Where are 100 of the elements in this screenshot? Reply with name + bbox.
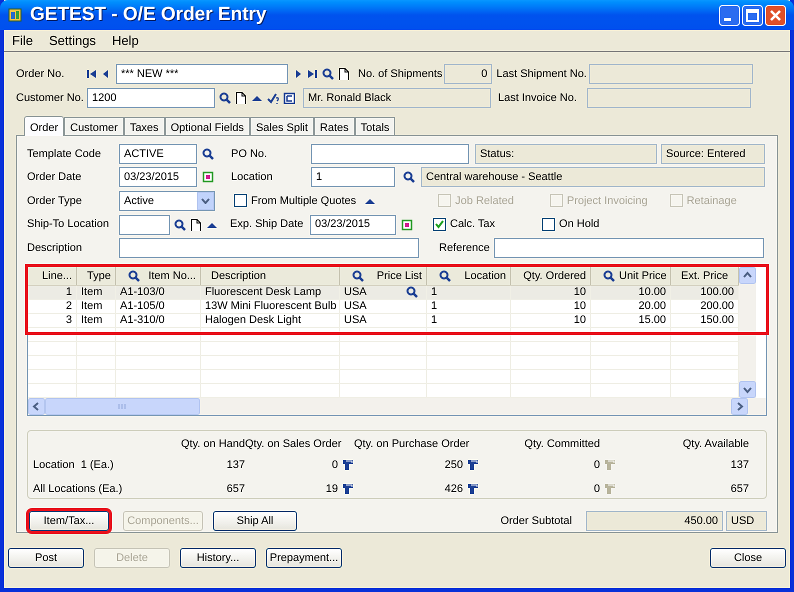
check-question-icon[interactable] — [267, 92, 279, 104]
column-header[interactable]: Description — [201, 266, 340, 285]
tab[interactable]: Sales Split — [250, 117, 314, 135]
column-header[interactable]: Location — [427, 266, 511, 285]
minimize-icon[interactable] — [719, 4, 740, 26]
bracket-box-icon[interactable] — [283, 92, 295, 104]
checkbox[interactable] — [542, 218, 556, 232]
order-date-field[interactable]: 03/23/2015 — [119, 167, 197, 188]
checkbox-label: Project Invoicing — [566, 194, 648, 209]
customer-number-field[interactable]: 1200 — [87, 88, 215, 108]
drilldown-icon[interactable] — [342, 482, 354, 495]
column-header[interactable]: Price List — [340, 266, 427, 285]
field-label: Last Invoice No. — [498, 90, 578, 106]
search-icon[interactable] — [202, 148, 214, 160]
scroll-left-icon[interactable] — [28, 398, 45, 416]
field-label: Last Shipment No. — [496, 66, 588, 82]
tab[interactable]: Totals — [354, 117, 396, 135]
search-icon[interactable] — [406, 286, 418, 298]
new-document-icon[interactable] — [338, 68, 350, 80]
tab[interactable]: Rates — [314, 117, 355, 135]
scroll-down-icon[interactable] — [739, 381, 756, 398]
tab[interactable]: Customer — [64, 117, 124, 135]
reference-field[interactable] — [494, 238, 764, 258]
table-cell: USA — [340, 300, 427, 313]
detail-button[interactable]: Item/Tax... — [29, 511, 109, 532]
table-cell: 15.00 — [591, 314, 671, 327]
column-header[interactable]: Qty. Ordered — [511, 266, 591, 285]
checkbox-label: On Hold — [559, 217, 600, 232]
ship-to-location-field[interactable] — [119, 214, 170, 235]
close-button[interactable]: Close — [710, 548, 786, 568]
quantity-value: 137 — [730, 458, 749, 473]
maximize-icon[interactable] — [742, 4, 763, 26]
exp-ship-date-field[interactable]: 03/23/2015 — [310, 214, 396, 235]
template-code-field[interactable]: ACTIVE — [119, 144, 197, 164]
search-icon[interactable] — [603, 270, 615, 282]
customer-name-field: Mr. Ronald Black — [303, 88, 491, 108]
search-icon[interactable] — [128, 270, 140, 282]
search-icon[interactable] — [439, 270, 451, 282]
new-document-icon[interactable] — [235, 92, 247, 104]
location-field[interactable]: 1 — [311, 167, 395, 188]
field-label: Order Type — [27, 194, 83, 209]
new-document-icon[interactable] — [190, 218, 202, 231]
vertical-scrollbar[interactable] — [739, 266, 756, 398]
po-number-field[interactable] — [311, 144, 469, 164]
row-label: Location 1 (Ea.) — [33, 458, 115, 473]
grid-row[interactable]: 2 Item A1-105/0 13W Mini Fluorescent Bulb USA 1 10 20.00 200.00 — [28, 300, 739, 314]
scroll-thumb-icon[interactable] — [45, 398, 200, 416]
drilldown-icon[interactable] — [342, 458, 354, 471]
search-icon[interactable] — [322, 68, 334, 80]
tab[interactable]: Taxes — [124, 117, 165, 135]
close-icon[interactable] — [765, 4, 786, 26]
drilldown-icon[interactable] — [467, 482, 479, 495]
table-cell: 10 — [511, 314, 591, 327]
quantity-value: 137 — [226, 458, 245, 473]
tab[interactable]: Optional Fields — [164, 117, 250, 135]
menu-item[interactable]: Help — [110, 30, 141, 50]
order-number-field[interactable]: *** NEW *** — [116, 64, 288, 84]
table-cell: 10.00 — [591, 286, 671, 299]
grid-row[interactable]: 3 Item A1-310/0 Halogen Desk Light USA 1 10 15.00 150.00 — [28, 314, 739, 328]
shipments-field: 0 — [444, 64, 492, 84]
search-icon[interactable] — [403, 171, 415, 184]
tab[interactable]: Order — [24, 116, 64, 136]
quantity-value: 657 — [730, 482, 749, 497]
checkbox[interactable] — [433, 218, 446, 232]
last-record-icon[interactable] — [306, 68, 318, 80]
column-header: Qty. Committed — [523, 437, 601, 450]
quantity-value: 250 — [444, 458, 463, 473]
horizontal-scrollbar[interactable] — [28, 398, 766, 416]
table-cell: USA — [340, 314, 427, 327]
column-header[interactable]: Type — [77, 266, 116, 285]
table-cell: Fluorescent Desk Lamp — [201, 286, 340, 299]
status-field: Status: — [475, 144, 657, 164]
detail-button[interactable]: Ship All — [213, 511, 297, 532]
search-icon[interactable] — [174, 218, 186, 231]
menu-item[interactable]: File — [10, 30, 35, 50]
grid-row[interactable]: 1 Item A1-103/0 Fluorescent Desk Lamp USA 1 10 10.00 100.00 — [28, 286, 739, 300]
description-field[interactable] — [119, 238, 419, 258]
column-header[interactable]: Unit Price — [591, 266, 671, 285]
search-icon[interactable] — [219, 92, 231, 104]
calendar-icon[interactable] — [202, 171, 214, 184]
first-record-icon[interactable] — [86, 68, 98, 80]
column-header: Qty. on Purchase Order — [354, 437, 470, 450]
scroll-up-icon[interactable] — [739, 266, 756, 284]
menu-item[interactable]: Settings — [46, 30, 98, 50]
app-icon[interactable] — [8, 8, 22, 22]
drilldown-icon[interactable] — [467, 458, 479, 471]
action-button[interactable]: History... — [180, 548, 256, 568]
action-button[interactable]: Prepayment... — [266, 548, 342, 568]
field-label: Order No. — [16, 66, 66, 82]
checkbox[interactable] — [234, 194, 247, 208]
column-header[interactable]: Line... — [28, 266, 77, 285]
column-header[interactable]: Item No... — [116, 266, 201, 285]
column-header: Qty. Available — [682, 437, 749, 450]
action-button[interactable]: Post — [8, 548, 84, 568]
search-icon[interactable] — [352, 270, 364, 282]
table-cell: Item — [77, 314, 116, 327]
calendar-icon[interactable] — [401, 218, 413, 231]
scroll-right-icon[interactable] — [731, 398, 748, 416]
order-type-dropdown[interactable]: Active — [119, 190, 215, 211]
location-description-field: Central warehouse - Seattle — [421, 167, 765, 188]
